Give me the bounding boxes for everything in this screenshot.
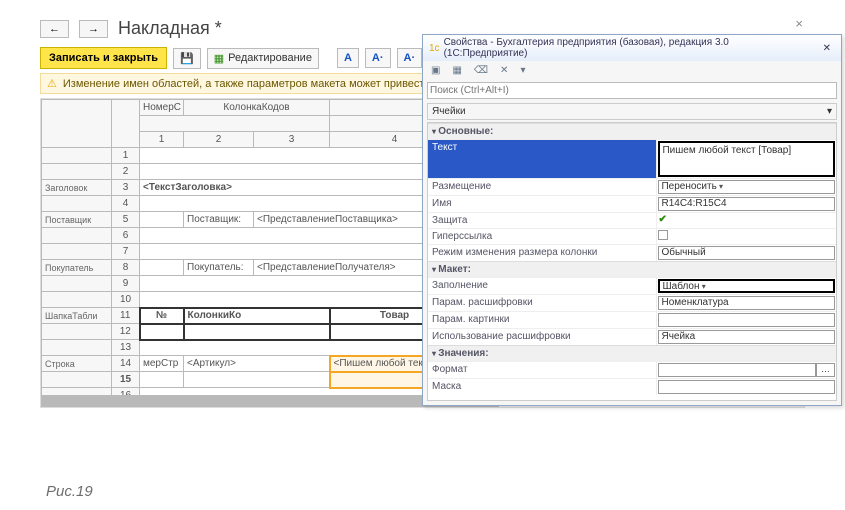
prop-fill-value[interactable]: Шаблон bbox=[658, 279, 835, 293]
props-close-icon[interactable]: ✕ bbox=[819, 43, 835, 54]
font-smaller-button[interactable]: A· bbox=[397, 48, 423, 68]
supplier-label[interactable]: Поставщик: bbox=[184, 212, 254, 228]
edit-mode-button[interactable]: ▦Редактирование bbox=[207, 48, 319, 69]
col-3[interactable]: 3 bbox=[254, 132, 330, 148]
section-values[interactable]: Значения: bbox=[428, 345, 836, 361]
props-tb-4[interactable]: ✕ bbox=[496, 63, 512, 78]
region-kolonka[interactable]: КолонкаКодов bbox=[184, 100, 330, 116]
prop-colmode-label: Режим изменения размера колонки bbox=[428, 245, 656, 261]
prop-hyperlink-check[interactable] bbox=[658, 230, 668, 240]
prop-name-label: Имя bbox=[428, 196, 656, 212]
prop-format-label: Формат bbox=[428, 362, 656, 378]
save-icon-button[interactable]: 💾 bbox=[173, 48, 201, 69]
row14-nomer[interactable]: мерСтр bbox=[140, 356, 184, 372]
region-nomer[interactable]: НомерС bbox=[140, 100, 184, 116]
prop-placement-value[interactable]: Переносить bbox=[658, 180, 835, 194]
prop-hyperlink-label: Гиперссылка bbox=[428, 229, 656, 244]
nav-back-button[interactable]: ← bbox=[40, 20, 69, 38]
th-kolonki[interactable]: КолонкиКо bbox=[184, 308, 330, 324]
prop-name-value[interactable]: R14C4:R15C4 bbox=[658, 197, 835, 211]
props-tb-5[interactable]: ▾ bbox=[516, 63, 529, 78]
props-tb-3[interactable]: ⌫ bbox=[470, 63, 492, 78]
save-and-close-button[interactable]: Записать и закрыть bbox=[40, 47, 167, 69]
props-toolbar: ▣ ▦ ⌫ ✕ ▾ bbox=[423, 61, 841, 80]
prop-protect-label: Защита bbox=[428, 213, 656, 228]
col-1[interactable]: 1 bbox=[140, 132, 184, 148]
prop-mask-label: Маска bbox=[428, 379, 656, 395]
nav-forward-button[interactable]: → bbox=[79, 20, 108, 38]
prop-usedetail-value[interactable]: Ячейка bbox=[658, 330, 835, 344]
props-search-input[interactable] bbox=[427, 82, 837, 99]
row14-artikul[interactable]: <Артикул> bbox=[184, 356, 330, 372]
prop-usedetail-label: Использование расшифровки bbox=[428, 329, 656, 345]
font-button-a[interactable]: A bbox=[337, 48, 359, 68]
prop-text-label: Текст bbox=[428, 140, 656, 178]
prop-placement-label: Размещение bbox=[428, 179, 656, 195]
prop-format-value[interactable] bbox=[658, 363, 816, 377]
figure-caption: Рис.19 bbox=[46, 483, 93, 500]
prop-picture-label: Парам. картинки bbox=[428, 312, 656, 328]
props-title: Свойства - Бухгалтерия предприятия (базо… bbox=[444, 37, 815, 59]
prop-protect-check[interactable]: ✔ bbox=[658, 214, 666, 225]
cell-combo[interactable]: Ячейки▾ bbox=[427, 103, 837, 120]
prop-detail-label: Парам. расшифровки bbox=[428, 295, 656, 311]
props-tb-2[interactable]: ▦ bbox=[448, 63, 465, 78]
prop-colmode-value[interactable]: Обычный bbox=[658, 246, 835, 260]
warning-icon: ⚠ bbox=[47, 77, 57, 90]
col-2[interactable]: 2 bbox=[184, 132, 254, 148]
section-main[interactable]: Основные: bbox=[428, 123, 836, 139]
prop-detail-value[interactable]: Номенклатура bbox=[658, 296, 835, 310]
font-bigger-button[interactable]: A· bbox=[365, 48, 391, 68]
th-number[interactable]: № bbox=[140, 308, 184, 324]
prop-mask-value[interactable] bbox=[658, 380, 835, 394]
section-layout[interactable]: Макет: bbox=[428, 261, 836, 277]
properties-panel: 1c Свойства - Бухгалтерия предприятия (б… bbox=[422, 34, 842, 406]
prop-text-value[interactable]: Пишем любой текст [Товар] bbox=[658, 141, 835, 177]
buyer-label[interactable]: Покупатель: bbox=[184, 260, 254, 276]
prop-format-button[interactable]: … bbox=[816, 363, 835, 377]
props-footer-1: Текст в ячейке bbox=[432, 399, 832, 401]
app-icon: 1c bbox=[429, 43, 440, 54]
window-close[interactable]: × bbox=[795, 16, 803, 31]
prop-fill-label: Заполнение bbox=[428, 278, 656, 294]
props-tb-1[interactable]: ▣ bbox=[427, 63, 444, 78]
page-title: Накладная * bbox=[118, 18, 222, 39]
prop-picture-value[interactable] bbox=[658, 313, 835, 327]
